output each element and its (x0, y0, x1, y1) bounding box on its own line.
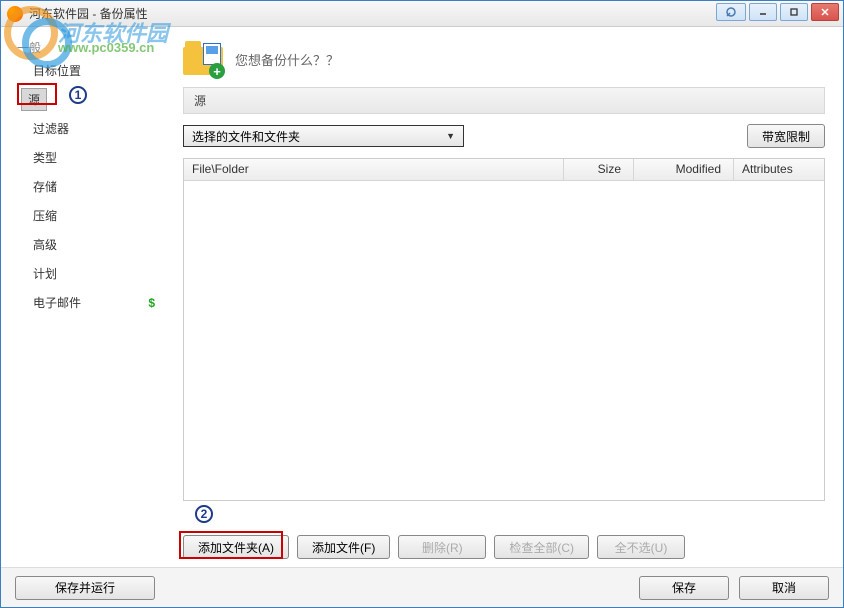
help-button[interactable] (716, 3, 746, 21)
dollar-icon: $ (148, 296, 155, 310)
sidebar-item-storage[interactable]: 存储 (21, 175, 165, 198)
sidebar-header: 一般 (9, 39, 165, 56)
app-icon (7, 6, 23, 22)
col-modified[interactable]: Modified (634, 159, 734, 180)
chevron-down-icon: ▼ (446, 131, 455, 141)
bandwidth-button[interactable]: 带宽限制 (747, 124, 825, 148)
file-table: File\Folder Size Modified Attributes (183, 158, 825, 501)
uncheck-all-button[interactable]: 全不选(U) (597, 535, 685, 559)
footer-bar: 保存并运行 保存 取消 (1, 567, 843, 607)
section-label-source: 源 (183, 87, 825, 114)
col-size[interactable]: Size (564, 159, 634, 180)
source-select-label: 选择的文件和文件夹 (192, 128, 300, 145)
folder-add-icon: + (183, 41, 223, 77)
annotation-2: 2 (195, 505, 213, 523)
annotation-1: 1 (69, 86, 87, 104)
col-attributes[interactable]: Attributes (734, 159, 824, 180)
window-title: 河东软件园 - 备份属性 (29, 5, 148, 22)
sidebar-item-filter[interactable]: 过滤器 (21, 117, 165, 140)
save-and-run-button[interactable]: 保存并运行 (15, 576, 155, 600)
main-heading: 您想备份什么？？ (235, 50, 339, 69)
table-header: File\Folder Size Modified Attributes (184, 159, 824, 181)
add-folder-button[interactable]: 添加文件夹(A) (183, 535, 289, 559)
table-body (184, 181, 824, 500)
save-button[interactable]: 保存 (639, 576, 729, 600)
col-file[interactable]: File\Folder (184, 159, 564, 180)
add-file-button[interactable]: 添加文件(F) (297, 535, 390, 559)
minimize-button[interactable] (749, 3, 777, 21)
check-all-button[interactable]: 检查全部(C) (494, 535, 589, 559)
delete-button[interactable]: 删除(R) (398, 535, 486, 559)
sidebar-item-compress[interactable]: 压缩 (21, 204, 165, 227)
maximize-button[interactable] (780, 3, 808, 21)
cancel-button[interactable]: 取消 (739, 576, 829, 600)
sidebar-item-advanced[interactable]: 高级 (21, 233, 165, 256)
sidebar-item-schedule[interactable]: 计划 (21, 262, 165, 285)
close-button[interactable] (811, 3, 839, 21)
source-select[interactable]: 选择的文件和文件夹 ▼ (183, 125, 464, 147)
titlebar: 河东软件园 - 备份属性 (1, 1, 843, 27)
sidebar-item-type[interactable]: 类型 (21, 146, 165, 169)
main-panel: + 您想备份什么？？ 源 选择的文件和文件夹 ▼ 带宽限制 File\Folde… (173, 35, 835, 559)
sidebar-item-email[interactable]: 电子邮件 (21, 291, 87, 314)
sidebar-item-target[interactable]: 目标位置 (21, 59, 165, 82)
sidebar: 一般 目标位置 源 1 过滤器 类型 存储 压缩 高级 计划 电子邮件 $ (9, 35, 165, 559)
sidebar-item-source[interactable]: 源 (21, 88, 47, 111)
